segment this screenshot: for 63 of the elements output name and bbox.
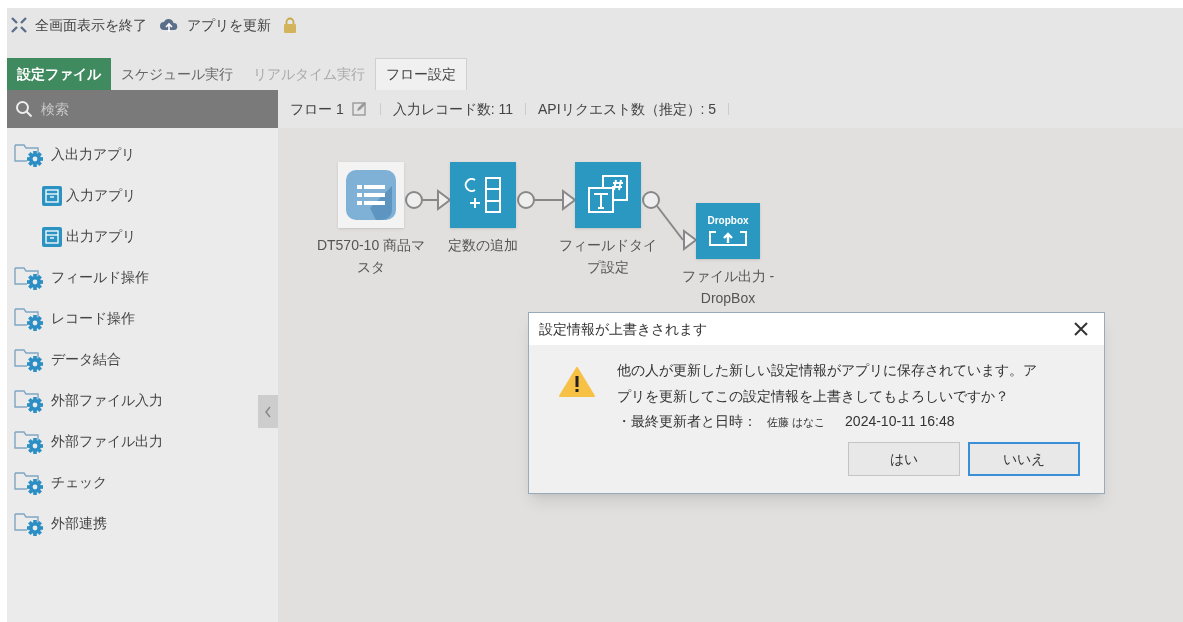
lock-icon (283, 17, 297, 33)
dialog-button[interactable]: いいえ (968, 442, 1080, 476)
api-request-count: APIリクエスト数（推定）: 5 (538, 99, 717, 119)
search-input[interactable]: 検索 (41, 98, 241, 120)
category-item[interactable]: 外部ファイル出力 (7, 421, 256, 462)
connector (642, 191, 698, 251)
tab[interactable]: スケジュール実行 (111, 58, 243, 90)
table-node[interactable] (338, 162, 404, 228)
connector (405, 189, 452, 211)
field-type-node[interactable] (575, 162, 641, 228)
category-label: 入出力アプリ (51, 145, 135, 164)
node-label: 定数の追加 (448, 236, 518, 255)
list-icon (346, 170, 396, 220)
dialog-title: 設定情報が上書きされます (539, 319, 707, 339)
record-count: 入力レコード数: 11 (392, 99, 513, 119)
app-label: 入力アプリ (66, 186, 136, 205)
node-label: フィールドタイプ設定 (558, 236, 658, 277)
category-item[interactable]: 外部ファイル入力 (7, 380, 256, 421)
close-button[interactable] (1072, 320, 1090, 338)
category-label: レコード操作 (51, 309, 135, 328)
datetime: 2024-10-11 16:48 (845, 412, 955, 431)
form-icon (42, 226, 62, 247)
category-label: 外部連携 (51, 514, 107, 533)
category-item[interactable]: レコード操作 (7, 298, 256, 339)
user-name: 佐藤 はなこ (767, 415, 826, 430)
category-item[interactable]: 外部連携 (7, 503, 256, 544)
dialog-button[interactable]: はい (848, 442, 960, 476)
flow-name: フロー 1 (290, 99, 344, 119)
upload-tray-icon (708, 230, 748, 246)
connector (517, 189, 577, 211)
node-label: DT570-10 商品マスタ (316, 236, 426, 277)
node-label: DropBox (700, 289, 756, 308)
form-icon (42, 185, 62, 206)
category-item[interactable]: データ結合 (7, 339, 256, 380)
category-item[interactable]: チェック (7, 462, 256, 503)
warning-icon (559, 367, 595, 397)
dialog-message: 他の人が更新した新しい設定情報がアプリに保存されています。アプリを更新してこの設定情報を上書きしてもよろしいですか？ (617, 361, 1038, 406)
app-label: 出力アプリ (66, 227, 136, 246)
constant-node[interactable] (450, 162, 516, 228)
cloud-upload-icon (159, 17, 179, 33)
collapse-handle[interactable] (258, 395, 278, 428)
chevron-left-icon (264, 405, 272, 418)
category-label: チェック (51, 473, 107, 492)
node-title: Dropbox (707, 216, 749, 226)
detail-label: ・最終更新者と日時： (617, 412, 757, 431)
toolbar-button[interactable]: アプリを更新 (159, 14, 271, 36)
tab[interactable]: フロー設定 (375, 58, 467, 90)
close-icon (1074, 322, 1088, 336)
app-item[interactable]: 出力アプリ (7, 216, 256, 257)
category-label: フィールド操作 (51, 268, 149, 287)
toolbar-button[interactable]: 全画面表示を終了 (11, 14, 147, 36)
search-field[interactable]: 検索 (7, 90, 278, 128)
node-label: ファイル出力 - (681, 267, 775, 286)
tab[interactable]: 設定ファイル (7, 58, 111, 90)
app-item[interactable]: 入力アプリ (7, 175, 256, 216)
category-item[interactable]: 入出力アプリ (7, 134, 256, 175)
category-label: 外部ファイル出力 (51, 432, 163, 451)
category-label: データ結合 (51, 350, 121, 369)
category-label: 外部ファイル入力 (51, 391, 163, 410)
shrink-arrows-icon (11, 17, 27, 33)
edit-icon[interactable] (351, 101, 368, 117)
category-item[interactable]: フィールド操作 (7, 257, 256, 298)
search-icon (15, 100, 33, 118)
